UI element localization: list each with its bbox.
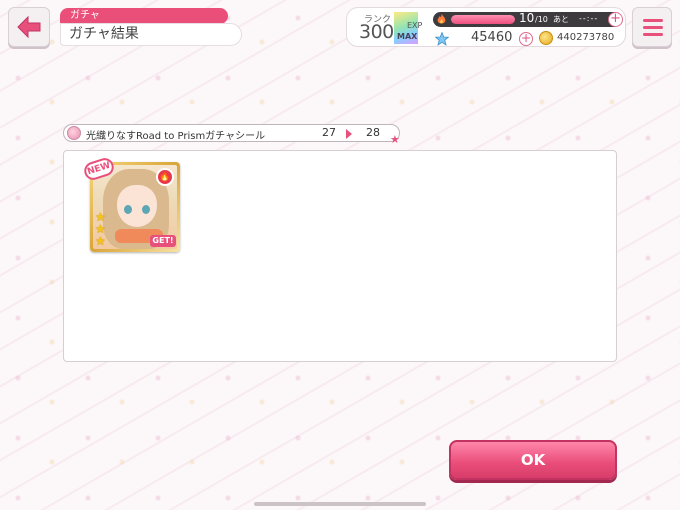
fire-icon bbox=[437, 13, 446, 24]
seal-count-after: 28 bbox=[366, 126, 380, 139]
energy-timer: --:-- bbox=[579, 14, 599, 23]
rarity-star-icon: ★ bbox=[95, 234, 106, 248]
back-arrow-icon bbox=[17, 15, 41, 39]
star-gem-count: 45460 bbox=[471, 30, 513, 45]
seal-count-before: 27 bbox=[322, 126, 336, 139]
energy-bar-fill bbox=[451, 15, 515, 24]
energy-next-label: あと bbox=[553, 15, 569, 24]
menu-button[interactable] bbox=[632, 7, 672, 47]
gacha-seal-info-bar: 光織りなすRoad to Prismガチャシール 27 28 ★ bbox=[63, 124, 400, 146]
menu-icon-line bbox=[643, 19, 663, 22]
ok-button[interactable]: OK bbox=[449, 440, 617, 480]
character-face bbox=[117, 185, 157, 227]
energy-bar bbox=[451, 15, 515, 24]
energy-max: /10 bbox=[535, 15, 548, 24]
rank-value: 300 bbox=[359, 21, 394, 43]
add-stars-button[interactable]: + bbox=[519, 32, 533, 46]
add-energy-button[interactable]: + bbox=[608, 12, 623, 27]
energy-row: 10 /10 あと --:-- + bbox=[433, 11, 623, 27]
coin-count: 440273780 bbox=[557, 32, 615, 43]
coin-icon bbox=[539, 31, 553, 45]
seal-icon bbox=[67, 126, 81, 140]
arrow-right-icon bbox=[346, 129, 352, 139]
page-category: ガチャ bbox=[60, 8, 228, 24]
gacha-seal-name: 光織りなすRoad to Prismガチャシール bbox=[86, 131, 266, 142]
gacha-result-panel: 🔥 ★ ★ ★ GET! NEW bbox=[63, 150, 617, 362]
exp-label: EXP bbox=[407, 21, 423, 30]
card-artwork: 🔥 ★ ★ ★ GET! bbox=[93, 165, 177, 249]
page-title-plate: ガチャ ガチャ結果 bbox=[60, 8, 242, 46]
sparkle-icon: ★ bbox=[390, 133, 400, 146]
get-badge: GET! bbox=[150, 235, 176, 247]
max-label: MAX bbox=[397, 32, 418, 41]
character-eye bbox=[142, 205, 150, 214]
star-gem-icon bbox=[435, 32, 449, 46]
page-title: ガチャ結果 bbox=[60, 23, 242, 46]
home-indicator bbox=[254, 502, 426, 506]
energy-current: 10 bbox=[519, 11, 535, 25]
back-button[interactable] bbox=[8, 7, 50, 47]
character-eye bbox=[124, 205, 132, 214]
fire-attribute-icon: 🔥 bbox=[156, 168, 174, 186]
menu-icon-line bbox=[643, 26, 663, 29]
player-status-panel: ランク 300 EXP MAX 10 /10 あと --:-- + 45460 … bbox=[346, 7, 626, 47]
result-card[interactable]: 🔥 ★ ★ ★ GET! NEW bbox=[81, 155, 180, 252]
menu-icon-line bbox=[643, 33, 663, 36]
